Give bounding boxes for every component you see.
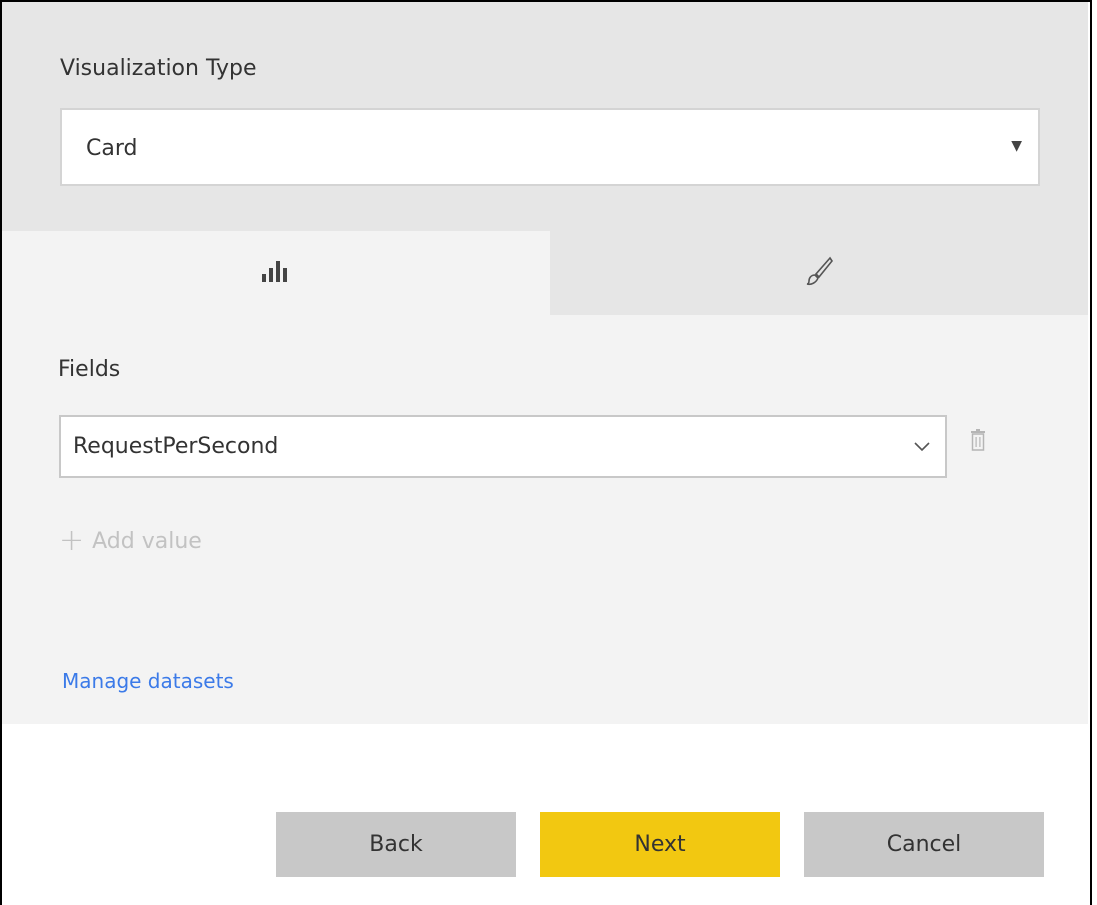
next-button[interactable]: Next xyxy=(540,812,780,877)
plus-icon: + xyxy=(59,523,85,558)
trash-icon[interactable] xyxy=(970,429,986,455)
visualization-type-select[interactable]: Card ▼ xyxy=(60,108,1040,186)
fields-panel: Fields RequestPerSecond + Add value Mana… xyxy=(2,315,1088,724)
add-value-label: Add value xyxy=(92,528,202,554)
paintbrush-icon xyxy=(804,256,834,290)
pane-tabs xyxy=(2,231,1088,315)
add-value-button[interactable]: + Add value xyxy=(59,526,202,556)
cancel-button[interactable]: Cancel xyxy=(804,812,1044,877)
bar-chart-icon xyxy=(261,260,291,286)
visualization-type-label: Visualization Type xyxy=(60,56,257,81)
field-select[interactable]: RequestPerSecond xyxy=(59,415,947,478)
visualization-type-value: Card xyxy=(86,136,138,161)
back-button[interactable]: Back xyxy=(276,812,516,877)
manage-datasets-link[interactable]: Manage datasets xyxy=(62,669,234,693)
dropdown-arrow-icon: ▼ xyxy=(1011,138,1022,154)
tab-fields[interactable] xyxy=(2,231,550,315)
tab-format[interactable] xyxy=(550,231,1088,315)
field-value: RequestPerSecond xyxy=(73,434,279,459)
chevron-down-icon xyxy=(913,437,931,459)
fields-label: Fields xyxy=(58,357,121,382)
visualization-type-section: Visualization Type Card ▼ xyxy=(2,2,1088,231)
